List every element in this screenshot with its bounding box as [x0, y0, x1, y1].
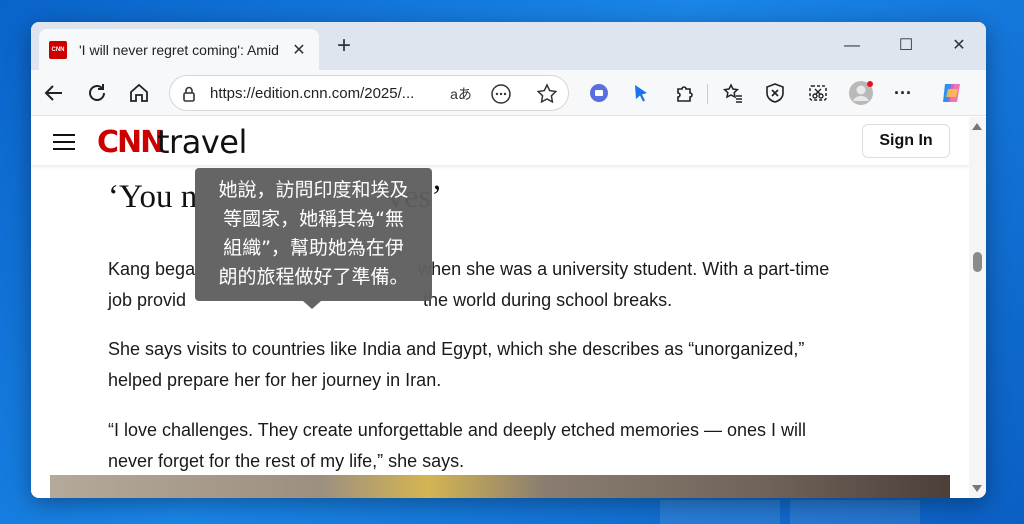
tooltip-line: 組織”，幫助她為在伊: [223, 237, 404, 259]
cnn-favicon-icon: CNN: [49, 40, 67, 59]
article-image: [50, 475, 950, 498]
hamburger-menu-icon[interactable]: [53, 134, 75, 150]
favorite-star-icon[interactable]: [534, 81, 560, 107]
browser-tab-active[interactable]: CNN 'I will never regret coming': Amid ✕: [39, 29, 319, 70]
cursor-arrow-icon: [635, 85, 647, 102]
page-content: CNN travel Sign In ‘You nves’ Kang begaw…: [31, 117, 969, 498]
back-button[interactable]: [39, 78, 69, 108]
maximize-button[interactable]: ☐: [891, 32, 921, 60]
new-tab-button[interactable]: +: [331, 34, 357, 60]
favorites-button[interactable]: [718, 78, 748, 108]
profile-button[interactable]: [846, 78, 876, 108]
browser-toolbar: https://edition.cnn.com/2025/... aあ ···: [31, 70, 986, 116]
headline-start: ‘You n: [108, 179, 198, 215]
read-aloud-icon[interactable]: aあ: [448, 81, 474, 107]
avatar-icon: [849, 81, 873, 105]
text-fragment: job provid: [108, 290, 187, 310]
more-options-icon[interactable]: [488, 81, 514, 107]
tooltip-line: 她說，訪問印度和埃及: [218, 179, 409, 201]
translation-tooltip: 她說，訪問印度和埃及 等國家，她稱其為“無 組織”，幫助她為在伊 朗的旅程做好了…: [195, 168, 432, 309]
paragraph-line: She says visits to countries like India …: [108, 339, 805, 359]
tooltip-line: 等國家，她稱其為“無: [223, 208, 404, 230]
extensions-button[interactable]: [670, 78, 700, 108]
extension-blue-icon: [590, 84, 608, 102]
puzzle-icon: [677, 86, 693, 102]
site-info-lock-icon[interactable]: [176, 81, 202, 107]
sign-in-button[interactable]: Sign In: [862, 124, 950, 158]
address-bar[interactable]: https://edition.cnn.com/2025/... aあ: [169, 75, 569, 111]
tab-strip: CNN 'I will never regret coming': Amid ✕…: [31, 22, 986, 70]
refresh-button[interactable]: [82, 78, 112, 108]
cnn-logo[interactable]: CNN: [97, 125, 165, 160]
pointer-extension-button[interactable]: [626, 78, 656, 108]
section-title[interactable]: travel: [157, 123, 247, 161]
paragraph-line: never forget for the rest of my life,” s…: [108, 451, 465, 471]
vertical-scrollbar[interactable]: [969, 117, 986, 498]
scroll-up-arrow-icon[interactable]: [972, 123, 982, 130]
paragraph-line: “I love challenges. They create unforget…: [108, 420, 807, 440]
shield-icon: [766, 83, 784, 103]
article-paragraph: She says visits to countries like India …: [108, 334, 908, 396]
scroll-down-arrow-icon[interactable]: [972, 485, 982, 492]
toolbar-separator: [707, 84, 708, 104]
copilot-icon: [943, 84, 960, 102]
screenshot-button[interactable]: [803, 78, 833, 108]
text-fragment: Kang bega: [108, 259, 196, 279]
site-header: CNN travel Sign In: [31, 117, 969, 165]
settings-menu-button[interactable]: ···: [888, 78, 918, 108]
url-text: https://edition.cnn.com/2025/...: [210, 85, 415, 102]
copilot-button[interactable]: [937, 78, 967, 108]
favorites-list-icon: [722, 83, 742, 103]
home-button[interactable]: [124, 78, 154, 108]
text-fragment: when she was a university student. With …: [418, 259, 830, 279]
article-paragraph: “I love challenges. They create unforget…: [108, 415, 908, 477]
scroll-thumb[interactable]: [973, 252, 982, 272]
tab-title: 'I will never regret coming': Amid: [79, 41, 279, 58]
tab-close-icon[interactable]: ✕: [289, 40, 309, 60]
text-fragment: the world during school breaks.: [423, 290, 673, 310]
tooltip-line: 朗的旅程做好了準備。: [218, 266, 409, 288]
browser-essentials-button[interactable]: [760, 78, 790, 108]
back-arrow-icon: [44, 85, 62, 101]
browser-window: CNN 'I will never regret coming': Amid ✕…: [31, 22, 986, 498]
paragraph-line: helped prepare her for her journey in Ir…: [108, 370, 442, 390]
desktop-background-shape: [660, 500, 780, 524]
desktop-background-shape: [790, 500, 920, 524]
home-icon: [130, 83, 148, 102]
extension-blue-button[interactable]: [584, 78, 614, 108]
minimize-button[interactable]: —: [837, 32, 867, 60]
refresh-icon: [89, 84, 105, 101]
screenshot-scissors-icon: [809, 85, 827, 101]
close-window-button[interactable]: ✕: [944, 32, 974, 60]
